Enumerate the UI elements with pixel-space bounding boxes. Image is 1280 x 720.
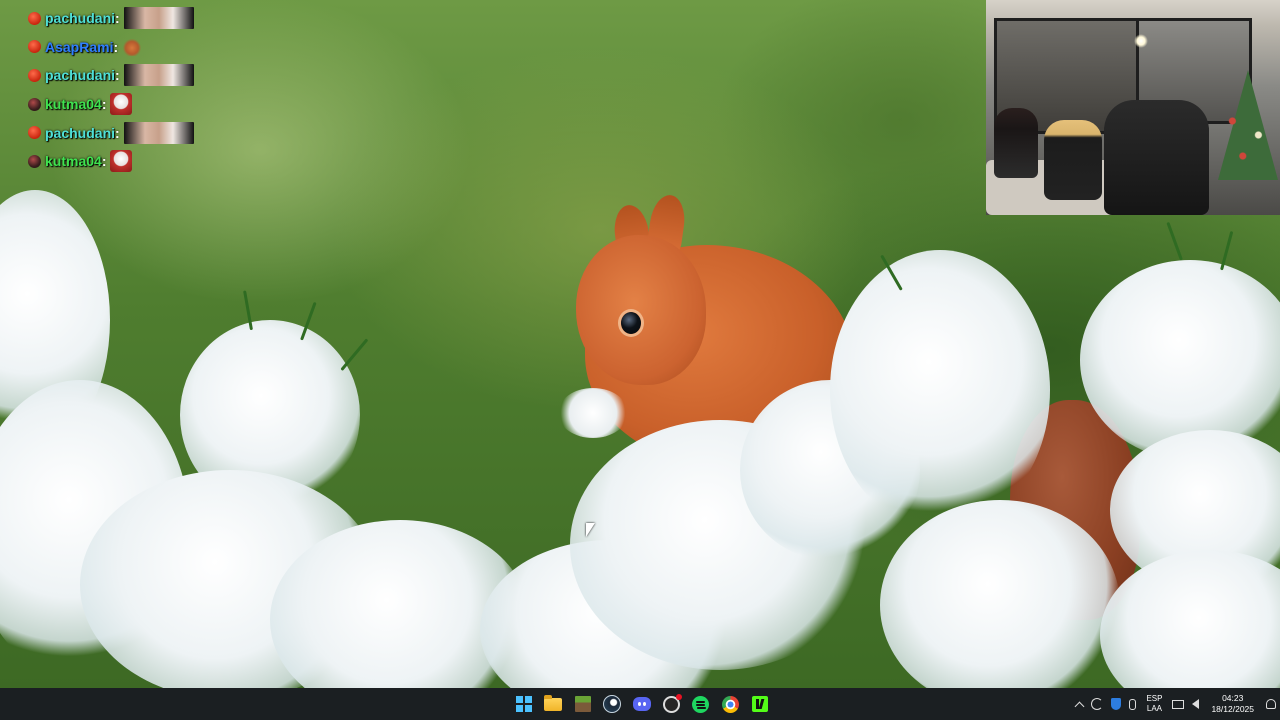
face-emote-icon — [123, 121, 194, 144]
minecraft-icon — [574, 696, 591, 712]
user-badge-icon — [28, 40, 41, 54]
windows-icon — [515, 696, 532, 712]
tree-ornaments — [1222, 100, 1274, 170]
chat-username: pachudani — [45, 124, 116, 141]
kick-icon — [751, 696, 768, 712]
chat-message: pachudani : — [28, 4, 194, 33]
chat-username: kutma04 — [45, 153, 102, 170]
pine-needle — [1220, 230, 1234, 271]
recording-dot-icon — [675, 693, 682, 700]
clock[interactable]: 04:23 18/12/2025 — [1203, 693, 1262, 715]
chat-username: AsapRami — [45, 38, 114, 55]
user-badge-icon — [28, 126, 41, 140]
face-emote-icon — [123, 7, 194, 30]
discord-icon — [632, 697, 651, 711]
taskbar-discord[interactable] — [627, 688, 657, 720]
user-badge-icon — [28, 68, 41, 82]
chat-colon: : — [113, 38, 119, 55]
chat-username: pachudani — [45, 10, 116, 27]
user-badge-icon — [28, 11, 41, 25]
taskbar-chrome[interactable] — [716, 688, 746, 720]
tray-security[interactable] — [1107, 688, 1125, 720]
mouse-cursor-icon — [586, 523, 595, 537]
chat-username: kutma04 — [45, 96, 102, 113]
chat-message: kutma04 : — [28, 147, 194, 176]
network-icon — [1172, 699, 1185, 709]
chat-colon: : — [115, 67, 120, 84]
spotify-icon — [692, 695, 710, 713]
santa-emote-icon — [110, 93, 133, 116]
chat-message: pachudani : — [28, 61, 194, 90]
language-indicator[interactable]: ESP LAA — [1140, 694, 1168, 714]
user-badge-icon — [28, 154, 41, 168]
keyboard-layout: LAA — [1146, 704, 1162, 713]
chat-message: AsapRami : — [28, 33, 194, 62]
obs-icon — [662, 693, 682, 713]
santa-emote-icon — [110, 150, 133, 173]
taskbar-apps — [509, 688, 775, 720]
chat-message: kutma04 : — [28, 90, 194, 119]
folder-icon — [544, 694, 563, 711]
user-badge-icon — [28, 97, 41, 111]
snow-in-paws — [558, 388, 628, 438]
person — [1044, 120, 1102, 200]
tray-network[interactable] — [1168, 688, 1188, 720]
taskbar-obs[interactable] — [657, 688, 687, 720]
language-code: ESP — [1146, 694, 1163, 703]
taskbar-kick[interactable] — [745, 688, 775, 720]
webcam-overlay — [986, 0, 1280, 215]
chat-message: pachudani : — [28, 118, 194, 147]
microphone-icon — [1129, 698, 1137, 710]
sync-icon — [1091, 698, 1104, 710]
notifications-button[interactable] — [1262, 688, 1280, 720]
taskbar-minecraft[interactable] — [568, 688, 598, 720]
squirrel-eye — [621, 312, 641, 334]
pine-needle — [340, 338, 369, 371]
chrome-icon — [721, 695, 739, 713]
chat-colon: : — [115, 10, 120, 27]
start-button[interactable] — [509, 688, 539, 720]
stream-chat-overlay: pachudani : AsapRami : pachudani : kutma… — [28, 4, 194, 176]
small-animal-emote-icon — [122, 37, 143, 56]
chat-colon: : — [101, 96, 107, 113]
person — [994, 108, 1038, 178]
snow-branch — [830, 250, 1050, 530]
volume-icon — [1192, 699, 1200, 709]
shield-icon — [1111, 698, 1122, 710]
ceiling-light — [1134, 34, 1148, 48]
clock-time: 04:23 — [1222, 693, 1244, 703]
chat-username: pachudani — [45, 67, 116, 84]
taskbar-spotify[interactable] — [686, 688, 716, 720]
face-emote-icon — [123, 64, 194, 87]
chat-colon: : — [101, 153, 107, 170]
tray-sync[interactable] — [1087, 688, 1107, 720]
tray-volume[interactable] — [1188, 688, 1203, 720]
show-hidden-icons-button[interactable] — [1072, 688, 1087, 720]
chevron-up-icon — [1074, 701, 1085, 711]
notification-bell-icon — [1266, 699, 1276, 709]
taskbar-file-explorer[interactable] — [539, 688, 569, 720]
chat-colon: : — [115, 124, 120, 141]
gaming-chair — [1104, 100, 1209, 215]
taskbar-steam[interactable] — [598, 688, 628, 720]
steam-icon — [603, 695, 622, 713]
squirrel-head — [576, 235, 706, 385]
system-tray: ESP LAA 04:23 18/12/2025 — [1072, 688, 1280, 720]
clock-date: 18/12/2025 — [1211, 704, 1254, 714]
taskbar: ESP LAA 04:23 18/12/2025 — [0, 688, 1280, 720]
pine-needle — [1166, 221, 1183, 261]
tray-microphone[interactable] — [1125, 688, 1140, 720]
